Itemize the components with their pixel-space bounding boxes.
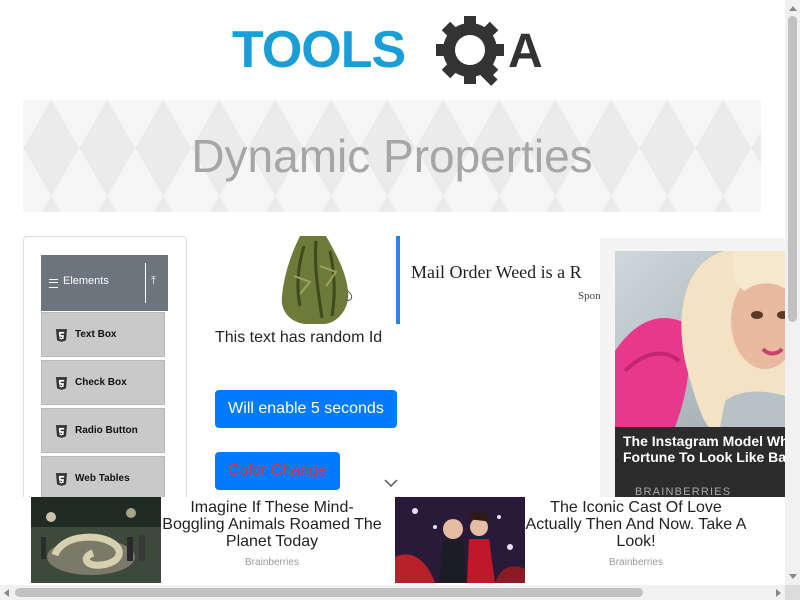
logo-text-a: A bbox=[508, 25, 543, 78]
sidebar-item-label: Text Box bbox=[75, 329, 117, 340]
ad-accent-bar bbox=[396, 236, 400, 324]
ad-headline[interactable]: The Iconic Cast Of Love Actually Then An… bbox=[525, 499, 747, 550]
ad-source: Brainberries bbox=[609, 557, 663, 568]
scroll-up-arrow-icon[interactable] bbox=[789, 6, 797, 11]
elements-group-header[interactable]: Elements ⤒ bbox=[41, 255, 168, 311]
enable-after-button[interactable]: Will enable 5 seconds bbox=[215, 390, 397, 428]
ad-caption: The Instagram Model Who Spent A Fortune … bbox=[615, 427, 800, 500]
html5-icon bbox=[56, 425, 67, 438]
ad-headline[interactable]: The Instagram Model Who Spent A Fortune … bbox=[623, 433, 800, 465]
html5-icon bbox=[56, 377, 67, 390]
scrollbar-corner bbox=[785, 585, 800, 600]
bottom-ad-strip: Imagine If These Mind-Boggling Animals R… bbox=[0, 497, 785, 585]
sidebar-item-label: Radio Button bbox=[75, 425, 138, 436]
scroll-right-arrow-icon[interactable] bbox=[776, 589, 781, 597]
page-banner: Dynamic Properties bbox=[23, 100, 761, 212]
sidebar-item-text-box[interactable]: Text Box bbox=[41, 312, 165, 357]
ad-source: Brainberries bbox=[245, 557, 299, 568]
sidebar-item-label: Web Tables bbox=[75, 473, 130, 484]
vertical-scrollbar[interactable] bbox=[785, 0, 800, 585]
ad-photo bbox=[395, 497, 525, 583]
ad-photo bbox=[615, 251, 800, 427]
collapse-arrow-icon[interactable]: ⤒ bbox=[151, 275, 156, 288]
color-change-button[interactable]: Color Change bbox=[215, 452, 340, 490]
chevron-down-icon[interactable] bbox=[384, 478, 398, 488]
group-label: Elements bbox=[63, 275, 109, 287]
sidebar-item-radio-button[interactable]: Radio Button bbox=[41, 408, 165, 453]
gear-magnifier-icon bbox=[436, 16, 504, 86]
ad-headline[interactable]: Mail Order Weed is a R bbox=[411, 262, 601, 283]
random-id-text: This text has random Id bbox=[215, 329, 383, 346]
horizontal-scrollbar[interactable] bbox=[0, 585, 785, 600]
scroll-left-arrow-icon[interactable] bbox=[4, 589, 9, 597]
ad-sponsor-label: Spon bbox=[578, 290, 601, 302]
sidebar-item-check-box[interactable]: Check Box bbox=[41, 360, 165, 405]
bottom-ad-card[interactable]: Imagine If These Mind-Boggling Animals R… bbox=[31, 497, 383, 585]
divider bbox=[145, 263, 146, 303]
side-ad[interactable]: The Instagram Model Who Spent A Fortune … bbox=[600, 238, 800, 516]
sidebar: Elements ⤒ Text Box Check Box Radio Butt… bbox=[23, 236, 187, 538]
sidebar-item-label: Check Box bbox=[75, 377, 127, 388]
page-title: Dynamic Properties bbox=[191, 130, 593, 182]
bottom-ad-card[interactable]: The Iconic Cast Of Love Actually Then An… bbox=[395, 497, 757, 585]
ad-headline[interactable]: Imagine If These Mind-Boggling Animals R… bbox=[161, 499, 383, 550]
menu-icon bbox=[49, 279, 58, 288]
logo-text-tools: TOOLS bbox=[232, 21, 405, 79]
html5-icon bbox=[56, 473, 67, 486]
scrollbar-thumb[interactable] bbox=[15, 588, 643, 597]
scroll-down-arrow-icon[interactable] bbox=[789, 574, 797, 579]
ad-photo bbox=[31, 497, 161, 583]
toolsqa-logo[interactable]: TOOLS A bbox=[232, 14, 562, 92]
ad-image[interactable] bbox=[270, 236, 386, 324]
sidebar-item-web-tables[interactable]: Web Tables bbox=[41, 456, 165, 501]
scrollbar-thumb[interactable] bbox=[788, 16, 797, 322]
html5-icon bbox=[56, 329, 67, 342]
